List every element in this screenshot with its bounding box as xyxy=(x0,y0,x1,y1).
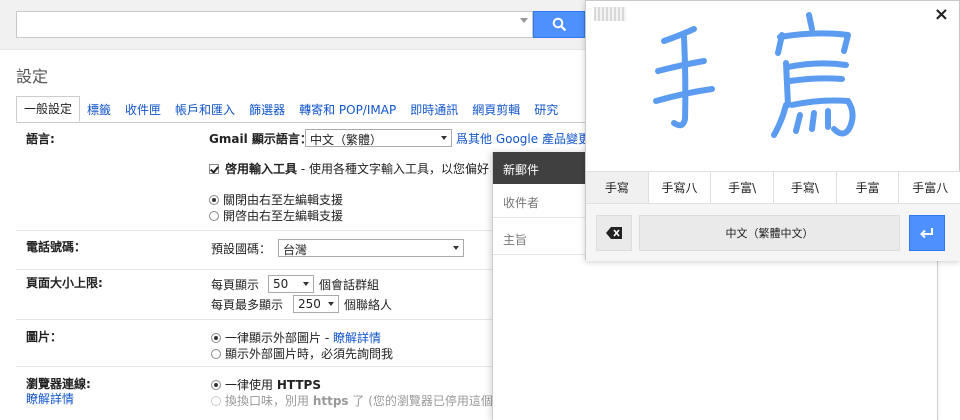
handwriting-stroke xyxy=(671,34,689,129)
chevron-down-icon xyxy=(328,302,334,306)
settings-tabs: 一般設定 標籤 收件匣 帳戶和匯入 篩選器 轉寄和 POP/IMAP 即時通訊 … xyxy=(16,96,565,122)
input-tools-option: 啓用輸入工具 - 使用各種文字輸入工具，以您偏好 xyxy=(209,160,489,177)
rtl-on-option[interactable]: 開啓由右至左編輯支援 xyxy=(209,207,343,224)
contacts-prefix: 每頁最多顯示 xyxy=(211,298,284,312)
input-tools-checkbox[interactable] xyxy=(209,164,219,174)
enter-icon xyxy=(920,228,933,239)
handwriting-panel: × 手寫 手寫八 手富\ 手寫\ 手富 手富八 中文（繁體中文） xyxy=(585,0,960,261)
handwriting-stroke xyxy=(793,108,831,134)
candidate-item[interactable]: 手寫\ xyxy=(774,172,837,203)
rtl-off-option[interactable]: 關閉由右至左編輯支援 xyxy=(209,191,343,208)
candidate-item[interactable]: 手寫八 xyxy=(649,172,712,203)
candidate-item[interactable]: 手寫 xyxy=(586,172,649,203)
handwriting-stroke xyxy=(831,98,856,137)
conversations-prefix: 每頁顯示 xyxy=(211,278,260,292)
tab-labels[interactable]: 標籤 xyxy=(80,101,118,122)
tab-chat[interactable]: 即時通訊 xyxy=(403,101,465,122)
tab-web-clips[interactable]: 網頁剪輯 xyxy=(465,101,527,122)
country-code-value: 台灣 xyxy=(283,243,308,257)
chevron-down-icon xyxy=(441,136,447,140)
page-size-row: 頁面大小上限: 每頁顯示 50 個會話群組 每頁最多顯示 250 個聯絡人 xyxy=(16,270,492,320)
tab-labs[interactable]: 研究 xyxy=(527,101,565,122)
search-icon xyxy=(552,17,566,32)
contacts-per-page-value: 250 xyxy=(298,297,321,311)
no-https-radio xyxy=(211,396,221,406)
tab-general[interactable]: 一般設定 xyxy=(16,96,81,122)
rtl-off-label: 關閉由右至左編輯支援 xyxy=(223,193,344,207)
input-tools-label: 啓用輸入工具 xyxy=(225,162,298,176)
display-language-label: Gmail 顯示語言： xyxy=(209,130,312,147)
no-https-keyword: https xyxy=(312,394,349,408)
contacts-per-page-select[interactable]: 250 xyxy=(293,295,339,313)
tab-accounts[interactable]: 帳戶和匯入 xyxy=(168,101,242,122)
always-https-prefix: 一律使用 xyxy=(225,378,277,392)
phone-row: 電話號碼： 預設國碼： 台灣 xyxy=(16,231,492,270)
enter-button[interactable] xyxy=(909,215,945,251)
page-size-label: 頁面大小上限: xyxy=(26,276,103,290)
candidate-item[interactable]: 手富\ xyxy=(711,172,775,203)
ask-images-option[interactable]: 顯示外部圖片時，必須先詢問我 xyxy=(211,345,393,362)
images-learn-more-link[interactable]: 瞭解詳情 xyxy=(333,331,381,345)
handwriting-canvas[interactable] xyxy=(586,1,960,171)
images-row: 圖片： 一律顯示外部圖片 - 瞭解詳情 顯示外部圖片時，必須先詢問我 xyxy=(16,320,492,367)
handwriting-stroke xyxy=(771,102,789,138)
always-https-option[interactable]: 一律使用 HTTPS xyxy=(211,376,321,393)
ask-images-radio[interactable] xyxy=(211,349,221,359)
display-language-select[interactable]: 中文（繁體） xyxy=(305,129,452,147)
backspace-icon xyxy=(606,227,622,239)
always-show-images-option[interactable]: 一律顯示外部圖片 - 瞭解詳情 xyxy=(211,329,381,346)
change-other-products-link[interactable]: 爲其他 Google 產品變更 xyxy=(456,130,590,147)
display-language-text: 顯示語言： xyxy=(247,132,312,146)
search-button[interactable] xyxy=(533,11,585,38)
phone-label: 電話號碼： xyxy=(26,240,87,254)
handwriting-stroke xyxy=(806,12,815,32)
rtl-off-radio[interactable] xyxy=(209,195,219,205)
handwriting-stroke xyxy=(661,26,697,44)
country-code-label: 預設國碼： xyxy=(211,242,272,256)
search-input[interactable] xyxy=(16,11,533,38)
browser-connection-row: 瀏覽器連線: 瞭解詳情 一律使用 HTTPS 換換口味，別用 https 了 (… xyxy=(16,367,505,420)
handwriting-stroke xyxy=(775,30,851,56)
search-options-icon[interactable] xyxy=(520,18,528,23)
tab-forwarding[interactable]: 轉寄和 POP/IMAP xyxy=(292,101,403,122)
backspace-button[interactable] xyxy=(596,215,632,251)
gmail-word: Gmail xyxy=(209,132,248,146)
country-code-select[interactable]: 台灣 xyxy=(278,239,464,257)
no-https-suffix: 了 (您的瀏覽器已停用這個選 xyxy=(348,394,505,408)
chevron-down-icon xyxy=(303,282,309,286)
input-tools-description: - 使用各種文字輸入工具，以您偏好 xyxy=(297,162,489,176)
candidate-item[interactable]: 手富 xyxy=(837,172,900,203)
language-row: 語言: Gmail 顯示語言： 中文（繁體） 爲其他 Google 產品變更 啓… xyxy=(16,123,590,231)
conversations-per-page-select[interactable]: 50 xyxy=(268,275,314,293)
ask-images-label: 顯示外部圖片時，必須先詢問我 xyxy=(225,347,394,361)
conversations-per-page-value: 50 xyxy=(273,277,289,291)
handwriting-stroke xyxy=(655,58,707,74)
display-language-value: 中文（繁體） xyxy=(310,133,383,147)
tab-filters[interactable]: 篩選器 xyxy=(242,101,292,122)
always-show-images-label: 一律顯示外部圖片 - xyxy=(225,331,333,345)
rtl-on-radio[interactable] xyxy=(209,211,219,221)
drag-handle[interactable] xyxy=(594,7,626,21)
browser-learn-more-link[interactable]: 瞭解詳情 xyxy=(26,390,74,407)
handwriting-stroke xyxy=(789,97,851,108)
no-https-option: 換換口味，別用 https 了 (您的瀏覽器已停用這個選 xyxy=(211,392,505,409)
https-label: HTTPS xyxy=(276,378,321,392)
always-https-radio[interactable] xyxy=(211,380,221,390)
chevron-down-icon xyxy=(453,246,459,250)
tab-inbox[interactable]: 收件匣 xyxy=(118,101,168,122)
gmail-settings-page: 設定 一般設定 標籤 收件匣 帳戶和匯入 篩選器 轉寄和 POP/IMAP 即時… xyxy=(0,0,960,420)
conversations-suffix: 個會話群組 xyxy=(319,278,380,292)
handwriting-controls: 中文（繁體中文） xyxy=(586,204,960,261)
always-show-images-radio[interactable] xyxy=(211,333,221,343)
input-language-button[interactable]: 中文（繁體中文） xyxy=(639,215,900,251)
rtl-on-label: 開啓由右至左編輯支援 xyxy=(223,209,344,223)
images-label: 圖片： xyxy=(26,330,63,344)
candidate-item[interactable]: 手富八 xyxy=(899,172,960,203)
close-icon[interactable]: × xyxy=(934,4,949,25)
page-title: 設定 xyxy=(16,67,49,86)
candidate-bar: 手寫 手寫八 手富\ 手寫\ 手富 手富八 xyxy=(586,171,960,204)
language-label: 語言: xyxy=(26,132,55,146)
contacts-suffix: 個聯絡人 xyxy=(344,298,393,312)
no-https-prefix: 換換口味，別用 xyxy=(225,394,313,408)
